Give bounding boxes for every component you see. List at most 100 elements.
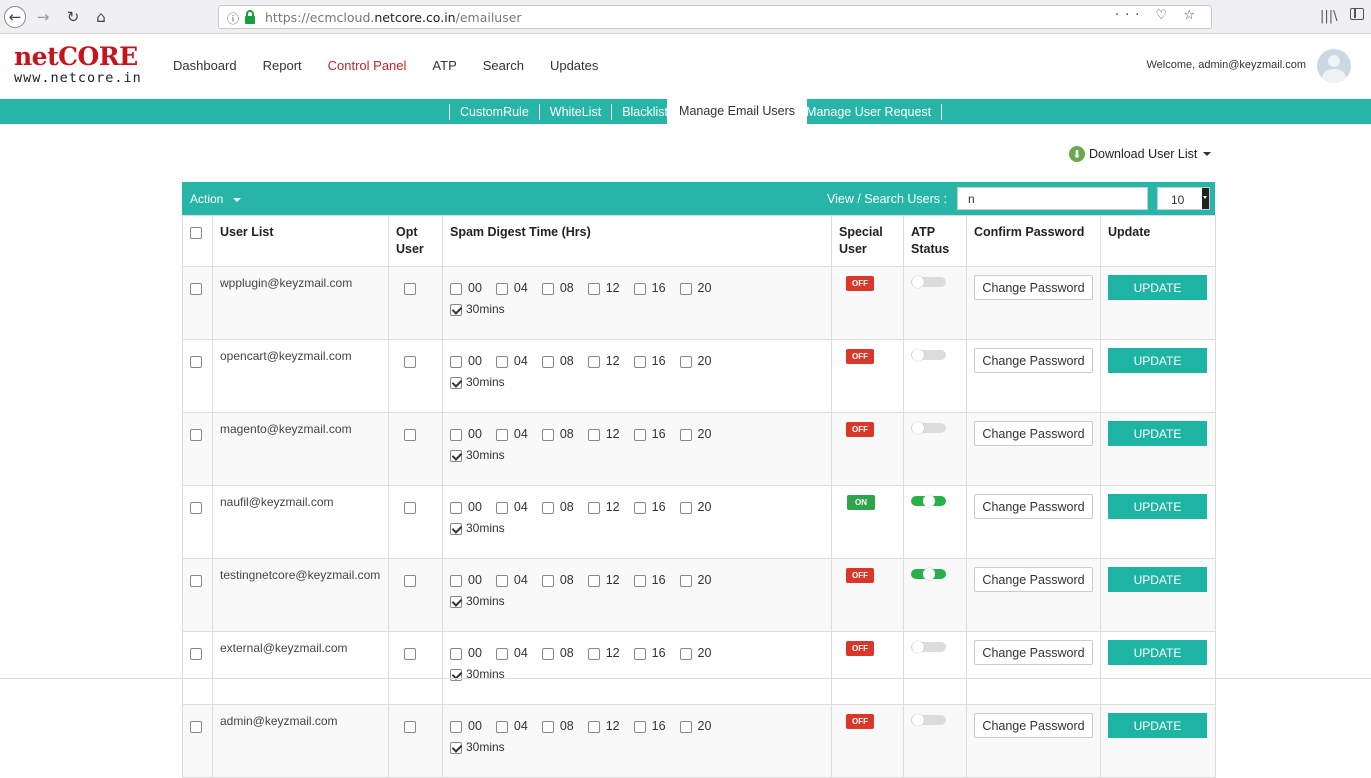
atp-status-toggle[interactable] [911, 422, 946, 434]
update-button[interactable]: UPDATE [1108, 421, 1207, 446]
digest-hour-checkbox[interactable] [679, 647, 692, 660]
digest-hour-option[interactable]: 00 [450, 427, 482, 441]
digest-hour-checkbox[interactable] [679, 428, 692, 441]
special-user-toggle[interactable]: OFF [846, 276, 874, 291]
digest-hour-option[interactable]: 16 [633, 646, 666, 660]
digest-hour-checkbox[interactable] [679, 282, 692, 295]
digest-hour-checkbox[interactable] [541, 720, 554, 733]
digest-hour-option[interactable]: 12 [587, 573, 620, 587]
info-icon[interactable]: ⓘ [227, 10, 239, 27]
opt-user-checkbox[interactable] [404, 501, 416, 514]
forward-icon[interactable]: → [32, 6, 54, 28]
address-bar[interactable]: ⓘ https://ecmcloud.netcore.co.in/emailus… [218, 5, 1212, 29]
digest-hour-checkbox[interactable] [541, 574, 554, 587]
nav-control-panel[interactable]: Control Panel [328, 58, 407, 73]
digest-hour-option[interactable]: 00 [450, 281, 482, 295]
column-header[interactable]: User List [212, 215, 389, 267]
digest-hour-option[interactable]: 08 [541, 427, 574, 441]
digest-hour-option[interactable]: 16 [633, 573, 666, 587]
home-icon[interactable]: ⌂ [90, 6, 112, 28]
digest-hour-checkbox[interactable] [495, 282, 508, 295]
change-password-button[interactable]: Change Password [974, 421, 1093, 446]
change-password-button[interactable]: Change Password [974, 494, 1093, 519]
atp-status-toggle[interactable] [911, 349, 946, 361]
download-user-list-button[interactable]: ⬇ Download User List [1069, 146, 1212, 162]
back-icon[interactable]: ← [4, 6, 26, 28]
digest-hour-option[interactable]: 04 [495, 500, 528, 514]
digest-hour-checkbox[interactable] [450, 647, 462, 660]
digest-30mins-checkbox[interactable] [450, 668, 462, 681]
digest-hour-option[interactable]: 12 [587, 354, 620, 368]
digest-hour-option[interactable]: 00 [450, 354, 482, 368]
digest-hour-option[interactable]: 04 [495, 354, 528, 368]
digest-hour-option[interactable]: 04 [495, 719, 528, 733]
opt-user-checkbox[interactable] [404, 574, 416, 587]
tab-manage-email-users[interactable]: Manage Email Users [667, 99, 808, 124]
digest-hour-option[interactable]: 00 [450, 573, 482, 587]
digest-hour-option[interactable]: 08 [541, 281, 574, 295]
nav-search[interactable]: Search [483, 58, 524, 73]
opt-user-checkbox[interactable] [404, 647, 416, 660]
digest-hour-checkbox[interactable] [587, 574, 600, 587]
tab-manage-user-request[interactable]: Manage User Request [806, 105, 931, 119]
change-password-button[interactable]: Change Password [974, 275, 1093, 300]
digest-hour-option[interactable]: 20 [679, 281, 711, 295]
digest-hour-option[interactable]: 16 [633, 719, 666, 733]
digest-hour-checkbox[interactable] [450, 428, 462, 441]
digest-hour-checkbox[interactable] [450, 574, 462, 587]
digest-hour-checkbox[interactable] [633, 428, 646, 441]
search-input[interactable] [957, 187, 1148, 210]
digest-hour-checkbox[interactable] [633, 501, 646, 514]
digest-hour-checkbox[interactable] [495, 501, 508, 514]
digest-hour-checkbox[interactable] [495, 574, 508, 587]
nav-dashboard[interactable]: Dashboard [173, 58, 237, 73]
update-button[interactable]: UPDATE [1108, 567, 1207, 592]
digest-hour-checkbox[interactable] [587, 647, 600, 660]
digest-hour-checkbox[interactable] [587, 428, 600, 441]
netcore-logo[interactable]: netCORE www.netcore.in [14, 44, 142, 90]
special-user-toggle[interactable]: OFF [846, 641, 874, 656]
avatar[interactable] [1317, 49, 1351, 83]
reload-icon[interactable]: ↻ [62, 6, 84, 28]
digest-hour-checkbox[interactable] [587, 355, 600, 368]
update-button[interactable]: UPDATE [1108, 713, 1207, 738]
digest-30mins-checkbox[interactable] [450, 449, 462, 462]
digest-hour-checkbox[interactable] [450, 355, 462, 368]
row-checkbox[interactable] [190, 647, 202, 660]
digest-hour-option[interactable]: 20 [679, 573, 711, 587]
digest-hour-option[interactable]: 16 [633, 281, 666, 295]
spinner-icon[interactable] [1202, 188, 1209, 209]
digest-30mins-checkbox[interactable] [450, 741, 462, 754]
select-all-checkbox[interactable] [190, 226, 202, 239]
nav-updates[interactable]: Updates [550, 58, 598, 73]
atp-status-toggle[interactable] [911, 495, 946, 507]
digest-hour-checkbox[interactable] [495, 720, 508, 733]
digest-hour-option[interactable]: 16 [633, 427, 666, 441]
digest-hour-option[interactable]: 00 [450, 500, 482, 514]
digest-hour-option[interactable]: 04 [495, 573, 528, 587]
special-user-toggle[interactable]: OFF [846, 568, 874, 583]
digest-hour-option[interactable]: 00 [450, 719, 482, 733]
digest-hour-option[interactable]: 12 [587, 719, 620, 733]
digest-hour-checkbox[interactable] [541, 501, 554, 514]
digest-hour-checkbox[interactable] [633, 355, 646, 368]
row-checkbox[interactable] [190, 282, 202, 295]
atp-status-toggle[interactable] [911, 568, 946, 580]
digest-hour-checkbox[interactable] [450, 501, 462, 514]
digest-hour-option[interactable]: 04 [495, 427, 528, 441]
digest-hour-checkbox[interactable] [450, 720, 462, 733]
digest-hour-option[interactable]: 20 [679, 646, 711, 660]
digest-hour-option[interactable]: 08 [541, 646, 574, 660]
page-size-select[interactable]: 10 [1157, 187, 1210, 210]
digest-30mins-checkbox[interactable] [450, 303, 462, 316]
digest-hour-option[interactable]: 20 [679, 354, 711, 368]
digest-hour-option[interactable]: 16 [633, 354, 666, 368]
digest-hour-option[interactable]: 20 [679, 719, 711, 733]
digest-hour-option[interactable]: 12 [587, 281, 620, 295]
digest-30mins-checkbox[interactable] [450, 522, 462, 535]
change-password-button[interactable]: Change Password [974, 713, 1093, 738]
atp-status-toggle[interactable] [911, 276, 946, 288]
digest-hour-option[interactable]: 12 [587, 500, 620, 514]
digest-hour-checkbox[interactable] [587, 501, 600, 514]
nav-report[interactable]: Report [263, 58, 302, 73]
